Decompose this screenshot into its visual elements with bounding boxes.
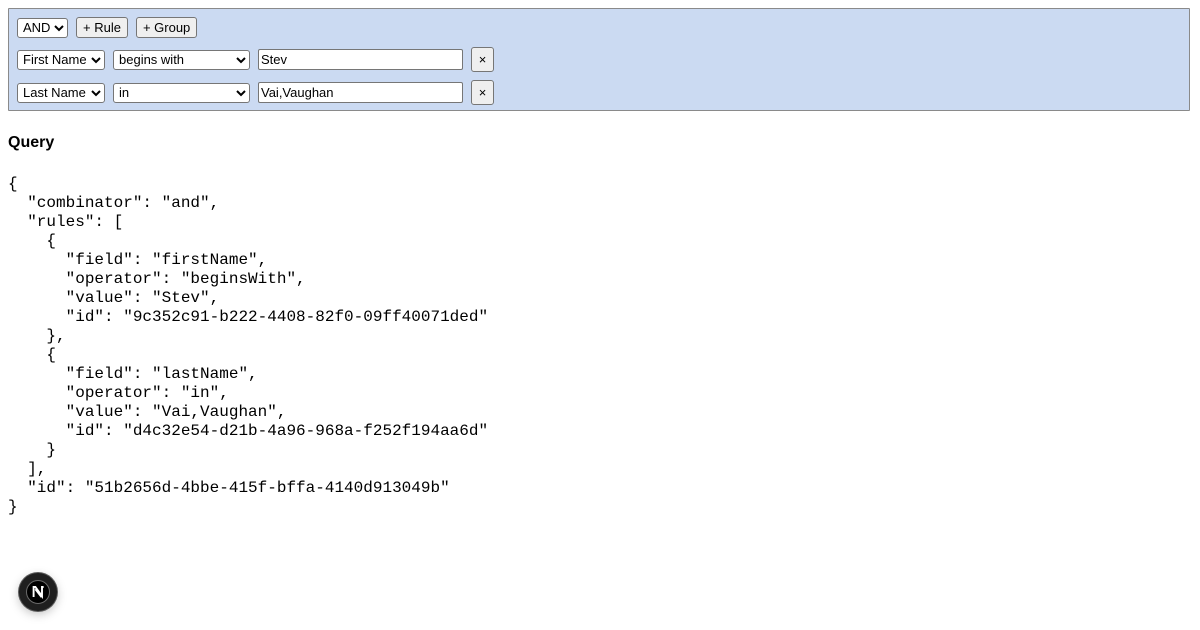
operator-select[interactable]: begins with in (113, 82, 250, 103)
dev-tools-badge[interactable] (19, 573, 57, 611)
rule-row: First Name Last Name begins with in × (17, 47, 494, 72)
add-group-button[interactable]: + Group (135, 17, 198, 38)
group-header: AND OR + Rule + Group (17, 17, 198, 38)
query-title: Query (8, 134, 55, 151)
operator-select[interactable]: begins with in (113, 49, 250, 70)
remove-rule-button[interactable]: × (471, 47, 494, 72)
nextjs-logo-icon (26, 580, 50, 604)
value-input[interactable] (258, 49, 463, 70)
query-builder: AND OR + Rule + Group First Name Last Na… (8, 8, 1190, 111)
field-select[interactable]: First Name Last Name (17, 49, 105, 70)
field-select[interactable]: First Name Last Name (17, 82, 105, 103)
combinator-select[interactable]: AND OR (17, 17, 68, 38)
query-json-output: { "combinator": "and", "rules": [ { "fie… (8, 175, 489, 516)
add-rule-button[interactable]: + Rule (76, 17, 128, 38)
remove-rule-button[interactable]: × (471, 80, 494, 105)
value-input[interactable] (258, 82, 463, 103)
rule-row: First Name Last Name begins with in × (17, 80, 494, 105)
